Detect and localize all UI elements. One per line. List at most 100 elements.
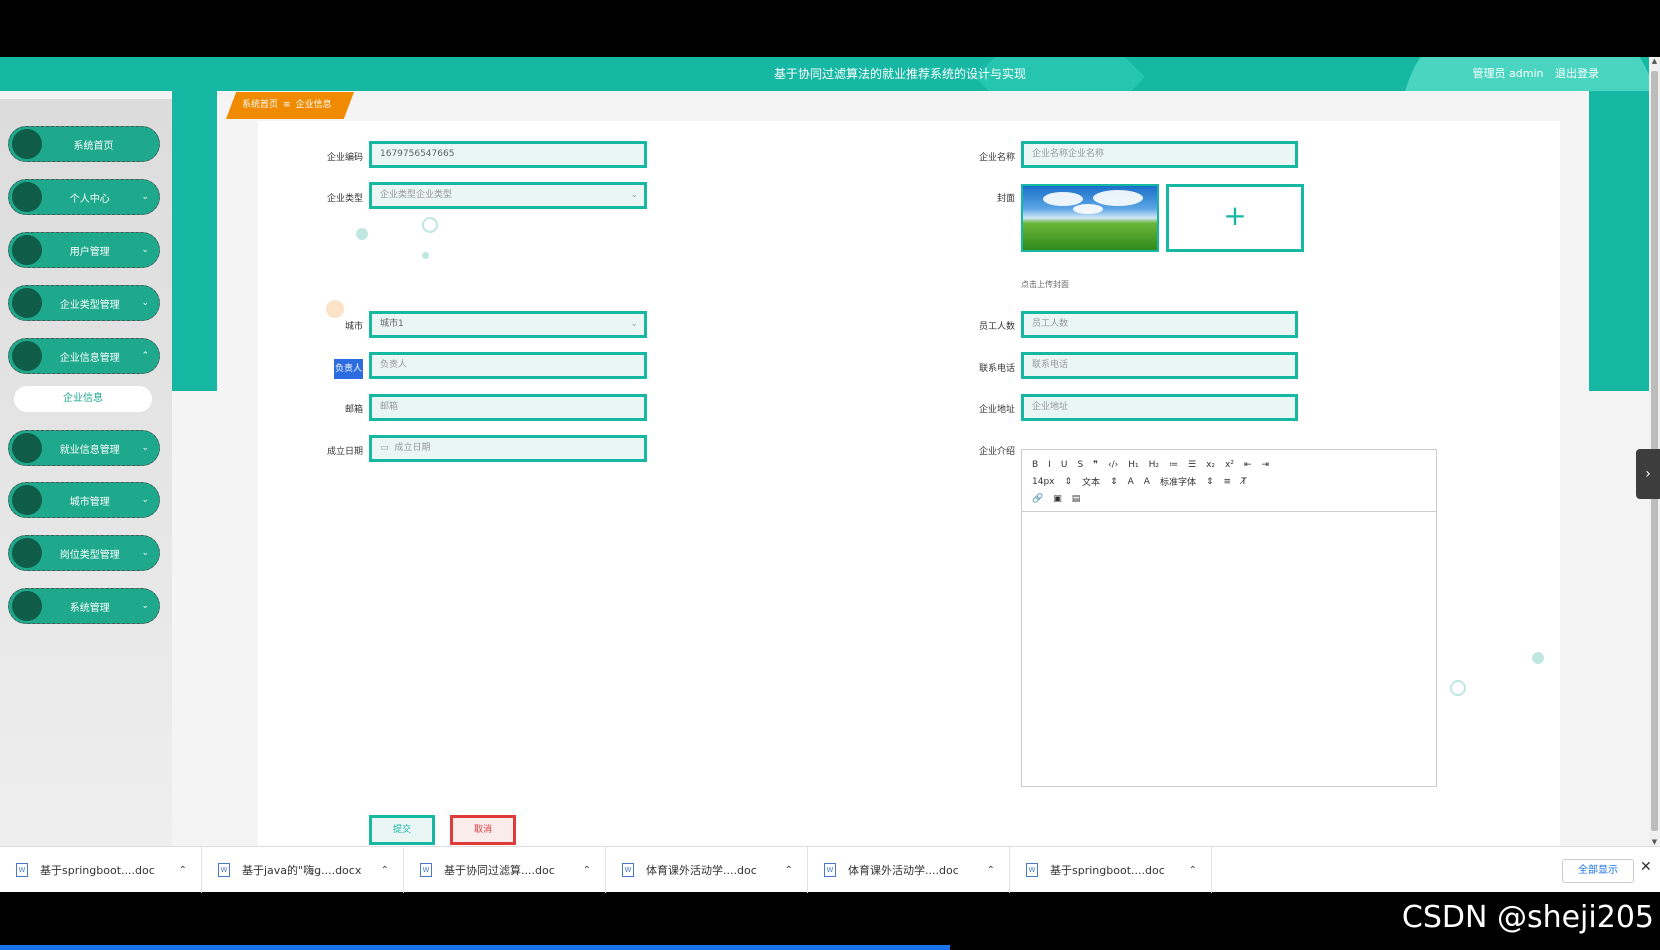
date-picker[interactable]: ▭ 成立日期 bbox=[369, 435, 647, 462]
cover-image[interactable] bbox=[1021, 184, 1159, 252]
staff-field[interactable]: 员工人数 bbox=[1021, 311, 1298, 338]
code-button[interactable]: ‹/› bbox=[1108, 460, 1118, 470]
download-item[interactable]: W 基于springboot....doc ⌃ bbox=[1010, 847, 1212, 893]
quote-button[interactable]: ❞ bbox=[1093, 460, 1098, 470]
code-field[interactable]: 1679756547665 bbox=[369, 141, 647, 168]
rich-text-editor[interactable]: B I U S ❞ ‹/› H₁ H₂ ≔ ☰ x₂ x² ⇤ ⇥ 14px ⇕… bbox=[1021, 449, 1437, 787]
chevron-up-icon[interactable]: ⌃ bbox=[583, 865, 591, 876]
ordered-list-button[interactable]: ≔ bbox=[1169, 460, 1178, 470]
show-all-button[interactable]: 全部显示 bbox=[1562, 859, 1634, 883]
scroll-up-icon[interactable]: ▲ bbox=[1649, 57, 1660, 65]
image-icon[interactable]: ▣ bbox=[1053, 494, 1062, 504]
email-label: 邮箱 bbox=[344, 405, 363, 415]
sidebar-item-job-types[interactable]: 岗位类型管理 ⌄ bbox=[8, 535, 160, 571]
chevron-up-icon[interactable]: ⌃ bbox=[785, 865, 793, 876]
select-arrow-icon: ⇕ bbox=[1110, 476, 1118, 487]
date-label: 成立日期 bbox=[326, 447, 363, 457]
download-item[interactable]: W 基于springboot....doc ⌃ bbox=[0, 847, 202, 893]
superscript-button[interactable]: x² bbox=[1225, 460, 1234, 470]
editor-toolbar: B I U S ❞ ‹/› H₁ H₂ ≔ ☰ x₂ x² ⇤ ⇥ 14px ⇕… bbox=[1022, 450, 1436, 512]
chevron-down-icon: ⌄ bbox=[141, 245, 149, 255]
select-arrow-icon: ⇕ bbox=[1205, 476, 1214, 487]
indent-button[interactable]: ⇥ bbox=[1262, 460, 1270, 470]
underline-button[interactable]: U bbox=[1061, 460, 1068, 470]
italic-button[interactable]: I bbox=[1048, 460, 1051, 470]
chevron-up-icon[interactable]: ⌃ bbox=[381, 865, 389, 876]
decoration bbox=[356, 228, 368, 240]
city-select[interactable]: 城市1 ⌄ bbox=[369, 311, 647, 338]
logout-link[interactable]: 退出登录 bbox=[1555, 67, 1599, 80]
email-field[interactable]: 邮箱 bbox=[369, 394, 647, 421]
bullet-list-button[interactable]: ☰ bbox=[1188, 460, 1196, 470]
download-filename: 体育课外活动学....doc bbox=[848, 864, 959, 877]
download-item[interactable]: W 体育课外活动学....doc ⌃ bbox=[606, 847, 808, 893]
link-icon[interactable]: 🔗 bbox=[1032, 494, 1043, 504]
sidebar-subitem-company-info[interactable]: 企业信息 bbox=[14, 386, 152, 412]
font-family-select[interactable]: 标准字体 bbox=[1160, 475, 1196, 488]
name-field[interactable]: 企业名称企业名称 bbox=[1021, 141, 1298, 168]
sidebar-item-cities[interactable]: 城市管理 ⌄ bbox=[8, 482, 160, 518]
breadcrumb-home[interactable]: 系统首页 bbox=[242, 100, 278, 110]
background-color-button[interactable]: A bbox=[1144, 477, 1150, 487]
clear-format-button[interactable]: T̸ bbox=[1241, 477, 1247, 487]
align-button[interactable]: ≡ bbox=[1224, 477, 1232, 487]
decoration bbox=[422, 252, 429, 259]
sidebar-item-label: 就业信息管理 bbox=[59, 444, 120, 456]
phone-field[interactable]: 联系电话 bbox=[1021, 352, 1298, 379]
sidebar-item-jobs[interactable]: 就业信息管理 ⌄ bbox=[8, 430, 160, 466]
chevron-down-icon: ⌄ bbox=[141, 601, 149, 611]
strike-button[interactable]: S bbox=[1077, 460, 1083, 470]
chevron-up-icon[interactable]: ⌃ bbox=[179, 865, 187, 876]
chevron-down-icon: ⌄ bbox=[630, 319, 638, 329]
type-placeholder: 企业类型企业类型 bbox=[380, 190, 453, 200]
header-select[interactable]: 文本 bbox=[1082, 475, 1100, 488]
decoration bbox=[326, 300, 344, 318]
staff-label: 员工人数 bbox=[978, 322, 1015, 332]
select-arrow-icon: ⇕ bbox=[1064, 476, 1073, 487]
submit-button[interactable]: 提交 bbox=[369, 815, 435, 845]
chevron-up-icon[interactable]: ⌃ bbox=[987, 865, 995, 876]
scroll-down-icon[interactable]: ▼ bbox=[1649, 838, 1660, 846]
sidebar-item-home[interactable]: 系统首页 bbox=[8, 126, 160, 162]
side-expand-button[interactable]: › bbox=[1636, 449, 1660, 499]
cancel-button[interactable]: 取消 bbox=[450, 815, 516, 845]
download-item[interactable]: W 基于协同过滤算....doc ⌃ bbox=[404, 847, 606, 893]
breadcrumb-current: 企业信息 bbox=[295, 100, 332, 110]
owner-field[interactable]: 负责人 bbox=[369, 352, 647, 379]
subscript-button[interactable]: x₂ bbox=[1206, 460, 1215, 470]
sidebar-item-company-types[interactable]: 企业类型管理 ⌄ bbox=[8, 285, 160, 321]
font-color-button[interactable]: A bbox=[1128, 477, 1134, 487]
chevron-down-icon: ⌄ bbox=[141, 192, 149, 202]
phone-label: 联系电话 bbox=[978, 364, 1015, 374]
chevron-up-icon[interactable]: ⌃ bbox=[1189, 865, 1197, 876]
phone-placeholder: 联系电话 bbox=[1032, 360, 1069, 370]
sidebar-item-label: 个人中心 bbox=[69, 193, 110, 205]
sidebar-item-profile[interactable]: 个人中心 ⌄ bbox=[8, 179, 160, 215]
sidebar-item-users[interactable]: 用户管理 ⌄ bbox=[8, 232, 160, 268]
address-field[interactable]: 企业地址 bbox=[1021, 394, 1298, 421]
download-filename: 基于springboot....doc bbox=[1050, 864, 1165, 877]
editor-toolbar-row: 🔗 ▣ ▤ bbox=[1032, 490, 1426, 507]
editor-toolbar-row: 14px ⇕ 文本 ⇕ A A 标准字体 ⇕ ≡ T̸ bbox=[1032, 473, 1426, 490]
type-label: 企业类型 bbox=[326, 194, 363, 204]
email-placeholder: 邮箱 bbox=[380, 402, 399, 412]
download-item[interactable]: W 基于java的"嗨g....docx ⌃ bbox=[202, 847, 404, 893]
download-item[interactable]: W 体育课外活动学....doc ⌃ bbox=[808, 847, 1010, 893]
chevron-down-icon: ⌄ bbox=[141, 298, 149, 308]
sidebar-item-system[interactable]: 系统管理 ⌄ bbox=[8, 588, 160, 624]
chevron-down-icon: ⌄ bbox=[630, 190, 638, 200]
outdent-button[interactable]: ⇤ bbox=[1244, 460, 1252, 470]
cover-upload-button[interactable]: + bbox=[1166, 184, 1304, 252]
h2-button[interactable]: H₂ bbox=[1149, 460, 1159, 470]
cloud bbox=[1093, 190, 1143, 206]
download-filename: 基于协同过滤算....doc bbox=[444, 864, 555, 877]
cloud bbox=[1073, 204, 1103, 214]
sidebar-item-company-info[interactable]: 企业信息管理 ⌃ bbox=[8, 338, 160, 374]
type-select[interactable]: 企业类型企业类型 ⌄ bbox=[369, 182, 647, 209]
close-icon[interactable]: ✕ bbox=[1640, 859, 1652, 875]
bold-button[interactable]: B bbox=[1032, 460, 1038, 470]
h1-button[interactable]: H₁ bbox=[1128, 460, 1138, 470]
video-icon[interactable]: ▤ bbox=[1072, 494, 1081, 504]
video-progress-bar[interactable] bbox=[0, 945, 950, 950]
font-size-select[interactable]: 14px bbox=[1032, 477, 1055, 487]
